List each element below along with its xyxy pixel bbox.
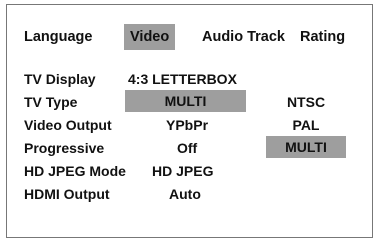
setting-value-hdmi-output[interactable]: Auto <box>169 185 201 203</box>
setting-value-progressive[interactable]: Off <box>177 139 197 157</box>
setting-value-tv-display[interactable]: 4:3 LETTERBOX <box>128 70 237 88</box>
tab-audio-track[interactable]: Audio Track <box>202 28 285 46</box>
tab-rating[interactable]: Rating <box>300 28 345 46</box>
setting-label-progressive: Progressive <box>24 140 105 156</box>
option-pal[interactable]: PAL <box>266 116 346 134</box>
setting-label-hd-jpeg-mode: HD JPEG Mode <box>24 163 126 179</box>
option-ntsc[interactable]: NTSC <box>266 93 346 111</box>
setting-value-tv-type[interactable]: MULTI <box>125 90 246 112</box>
setting-value-hd-jpeg-mode[interactable]: HD JPEG <box>152 162 213 180</box>
setting-value-video-output[interactable]: YPbPr <box>166 116 208 134</box>
setting-label-hdmi-output: HDMI Output <box>24 186 110 202</box>
setting-label-tv-type: TV Type <box>24 94 78 110</box>
setting-label-video-output: Video Output <box>24 117 112 133</box>
tab-language[interactable]: Language <box>24 28 92 46</box>
tab-video[interactable]: Video <box>124 24 176 50</box>
setting-label-tv-display: TV Display <box>24 71 96 87</box>
option-multi[interactable]: MULTI <box>266 136 346 158</box>
